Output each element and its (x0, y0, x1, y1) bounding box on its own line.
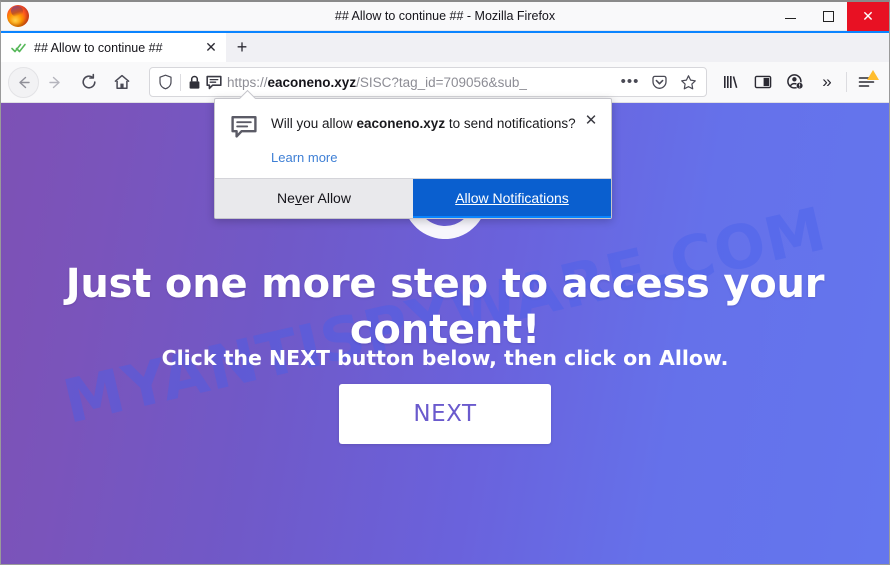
library-icon (724, 76, 738, 88)
tab-strip: ## Allow to continue ## ✕ + (1, 31, 889, 62)
sidebar-button[interactable] (747, 66, 779, 99)
page-headline: Just one more step to access your conten… (65, 261, 825, 353)
firefox-window: ## Allow to continue ## - Mozilla Firefo… (0, 0, 890, 565)
popup-close-icon[interactable]: ✕ (582, 111, 600, 129)
window-controls: ✕ (771, 2, 889, 31)
permission-question: Will you allow eaconeno.xyz to send noti… (271, 114, 579, 134)
close-button[interactable]: ✕ (847, 2, 889, 31)
window-title: ## Allow to continue ## - Mozilla Firefo… (334, 9, 556, 23)
firefox-logo-icon (7, 5, 29, 27)
navigation-toolbar: https://eaconeno.xyz/SISC?tag_id=709056&… (1, 62, 889, 103)
chevron-double-right-icon: » (822, 72, 832, 91)
overflow-button[interactable]: » (811, 66, 843, 99)
home-icon (114, 74, 129, 89)
question-prefix: Will you allow (271, 116, 357, 131)
tab-title: ## Allow to continue ## (34, 40, 163, 55)
shield-icon[interactable] (158, 74, 173, 90)
new-tab-button[interactable]: + (226, 33, 258, 62)
never-allow-pre: Ne (277, 190, 295, 207)
next-button[interactable]: NEXT (339, 384, 551, 444)
close-icon: ✕ (862, 8, 874, 24)
forward-button[interactable] (39, 66, 72, 99)
green-double-check-icon (11, 40, 27, 56)
url-text[interactable]: https://eaconeno.xyz/SISC?tag_id=709056&… (227, 75, 613, 90)
window-titlebar: ## Allow to continue ## - Mozilla Firefo… (1, 2, 889, 31)
star-icon (680, 74, 696, 89)
maximize-icon (822, 10, 834, 22)
bookmark-button[interactable] (676, 70, 700, 94)
minimize-icon (784, 17, 796, 19)
never-allow-button[interactable]: Ne v er Allow (215, 178, 413, 218)
update-warning-icon (867, 69, 879, 80)
sidebar-icon (754, 75, 772, 89)
learn-more-link[interactable]: Learn more (271, 150, 337, 165)
url-divider (180, 73, 181, 91)
tab-active[interactable]: ## Allow to continue ## ✕ (1, 33, 226, 62)
maximize-button[interactable] (809, 2, 847, 31)
url-domain: eaconeno.xyz (267, 74, 357, 90)
popup-actions: Ne v er Allow Allow Notifications (215, 177, 611, 218)
back-arrow-icon (19, 76, 30, 88)
account-icon (787, 74, 804, 90)
library-button[interactable] (715, 66, 747, 99)
url-scheme: https:// (227, 74, 268, 90)
app-menu-button[interactable] (850, 66, 882, 99)
allow-notifications-label: Allow Notifications (455, 190, 569, 207)
minimize-button[interactable] (771, 2, 809, 31)
popup-main: Will you allow eaconeno.xyz to send noti… (271, 114, 597, 165)
reload-button[interactable] (72, 66, 105, 99)
page-actions-icon: ••• (620, 73, 640, 90)
toolbar-separator (846, 72, 847, 92)
page-actions-button[interactable]: ••• (618, 70, 642, 94)
toolbar-right-icons: » (715, 66, 882, 99)
popup-tail (239, 90, 256, 99)
account-button[interactable] (779, 66, 811, 99)
notification-permission-popup: Will you allow eaconeno.xyz to send noti… (214, 98, 612, 219)
question-domain: eaconeno.xyz (356, 116, 446, 131)
home-button[interactable] (105, 66, 138, 99)
url-path: /SISC?tag_id=709056&sub_ (356, 74, 527, 90)
speech-bubble-icon (231, 115, 257, 165)
reload-icon (81, 73, 96, 89)
pocket-button[interactable] (647, 70, 671, 94)
back-button[interactable] (8, 66, 39, 98)
forward-arrow-icon (49, 76, 60, 88)
pocket-icon (651, 75, 667, 89)
padlock-icon[interactable] (188, 75, 201, 90)
allow-notifications-button[interactable]: Allow Notifications (413, 178, 611, 218)
notification-bubble-icon[interactable] (206, 75, 222, 90)
page-subline: Click the NEXT button below, then click … (161, 346, 729, 370)
popup-body: Will you allow eaconeno.xyz to send noti… (215, 99, 611, 178)
url-bar[interactable]: https://eaconeno.xyz/SISC?tag_id=709056&… (149, 67, 707, 97)
never-allow-post: er Allow (301, 190, 351, 207)
question-suffix: to send notifications? (445, 116, 576, 131)
never-allow-accesskey: v (294, 190, 302, 207)
tab-close-button[interactable]: ✕ (202, 39, 220, 57)
